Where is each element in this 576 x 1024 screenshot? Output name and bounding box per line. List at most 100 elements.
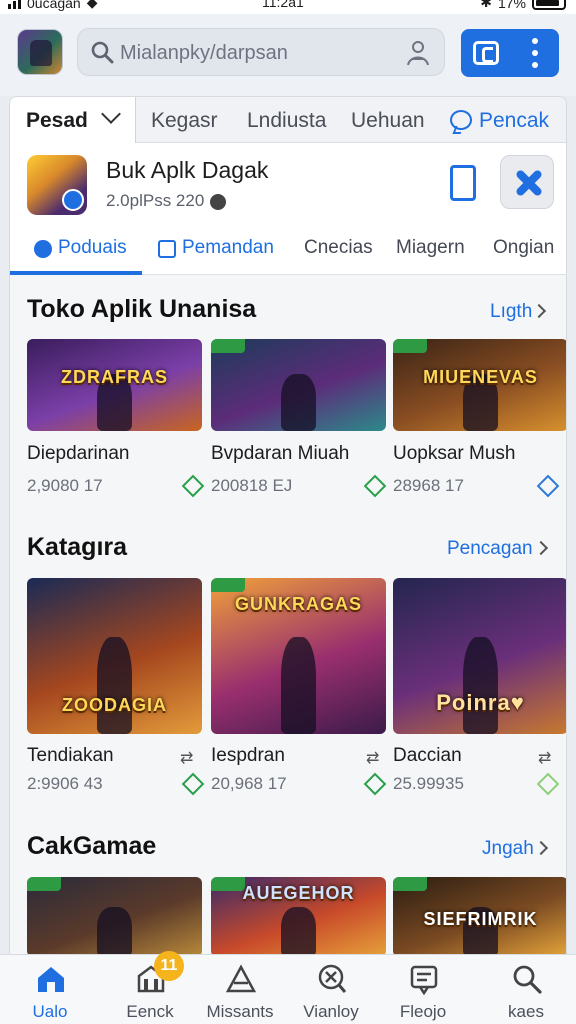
section-title: Toko Aplik Unanisa [27, 295, 257, 323]
game-name: Daccian [393, 745, 462, 766]
nav-vianloy[interactable]: Vianloy [283, 955, 379, 1024]
home-icon [38, 967, 64, 992]
game-meta: 20,968 17 [211, 774, 287, 793]
section-link[interactable]: Pencagan [447, 538, 533, 560]
profile-avatar[interactable] [17, 29, 63, 75]
download-icon [181, 772, 205, 796]
app-icon [27, 155, 87, 215]
game-tile[interactable]: MIUENEVAS [393, 339, 566, 431]
download-icon [181, 474, 205, 498]
category-dropdown[interactable]: Pesad [10, 97, 136, 143]
compare-icon: ⇄ [180, 750, 193, 767]
search-placeholder: Mialanpky/darpsan [120, 42, 288, 64]
chevron-down-icon [101, 104, 121, 124]
game-tile[interactable]: Poinra♥ [393, 578, 566, 734]
battery-icon [532, 0, 566, 10]
category-tab[interactable]: Lndiusta [247, 109, 326, 133]
bookmark-icon[interactable] [450, 165, 476, 201]
compare-icon: ⇄ [366, 750, 379, 767]
chevron-right-icon [533, 540, 549, 556]
category-tabs: Pesad Kegasr Lndiusta Uehuan Pencak [10, 97, 566, 143]
game-tile[interactable]: ZDRAFRAS [27, 339, 202, 431]
game-tile[interactable]: SIEFRIMRIK [393, 877, 566, 955]
game-meta: 200818 EJ [211, 476, 293, 495]
chat-icon [450, 110, 472, 130]
active-tab-indicator [10, 271, 142, 275]
nav-label: Vianloy [303, 1002, 359, 1021]
section-link[interactable]: Jngah [482, 838, 534, 860]
download-icon [536, 772, 560, 796]
sub-tab[interactable]: Ongian [493, 237, 554, 259]
account-menu-button[interactable] [461, 29, 559, 77]
section-link[interactable]: Lıgth [490, 301, 532, 323]
sub-tab[interactable]: Cnecias [304, 237, 373, 259]
category-tab[interactable]: Pencak [479, 109, 549, 133]
game-tile[interactable]: AUEGEHOR [211, 877, 386, 955]
triangle-icon [225, 964, 257, 993]
voice-search-icon[interactable] [404, 39, 432, 67]
search-input[interactable]: Mialanpky/darpsan [77, 28, 445, 76]
nav-fleojo[interactable]: Fleojo [375, 955, 471, 1024]
status-bar: 0ucagan ◆ 11:2a1 ✱ 17% [0, 0, 576, 14]
nav-missants[interactable]: Missants [192, 955, 288, 1024]
nav-label: Ualo [32, 1002, 68, 1021]
section-title: Katagıra [27, 533, 128, 561]
game-tile[interactable]: ZOODAGIA [27, 578, 202, 734]
download-icon [536, 474, 560, 498]
bubble-icon [34, 240, 52, 258]
game-name: Uopksar Mush [393, 443, 516, 464]
nav-label: kaes [508, 1002, 544, 1021]
sub-tab[interactable]: Pemandan [182, 237, 274, 259]
download-icon [363, 772, 387, 796]
box-icon [158, 240, 176, 258]
main-card: Pesad Kegasr Lndiusta Uehuan Pencak Buk … [9, 96, 567, 956]
app-subtitle-text: 2.0plPss 220 [106, 191, 205, 210]
game-name: Iespdran [211, 745, 285, 766]
app-title: Buk Aplk Dagak [106, 157, 269, 183]
bluetooth-icon: ✱ [480, 0, 492, 10]
notification-badge: 11 [154, 951, 184, 981]
game-meta: 28968 17 [393, 476, 464, 495]
nav-label: Fleojo [399, 1002, 447, 1021]
category-tab[interactable]: Kegasr [151, 109, 218, 133]
category-tab[interactable]: Uehuan [351, 109, 425, 133]
compare-icon: ⇄ [538, 750, 551, 767]
carrier-label: 0ucagan [27, 0, 81, 11]
game-meta: 2,9080 17 [27, 476, 103, 495]
app-logo-icon [473, 41, 499, 65]
sub-tab[interactable]: Miagern [396, 237, 465, 259]
sub-tab-active[interactable]: Poduais [58, 237, 127, 259]
nav-label: Missants [206, 1002, 274, 1021]
bottom-navigation: Ualo 11 Eenck Missants Vianloy Fleojo ka… [0, 951, 576, 1024]
nav-label: Eenck [126, 1002, 174, 1021]
game-meta: 2:9906 43 [27, 774, 103, 793]
info-icon [210, 193, 227, 210]
search-icon [513, 965, 542, 994]
chevron-right-icon [531, 303, 547, 319]
game-meta: 25.99935 [393, 774, 464, 793]
nav-search[interactable]: kaes [478, 955, 574, 1024]
wifi-icon: ◆ [86, 0, 98, 10]
sub-tabs: Poduais Pemandan Cnecias Miagern Ongian [10, 227, 566, 275]
search-icon [91, 41, 114, 64]
game-tile[interactable]: GUNKRAGAS [211, 578, 386, 734]
nav-store[interactable]: 11 Eenck [102, 951, 198, 1024]
target-icon [318, 964, 347, 993]
app-subtitle: 2.0plPss 220 [106, 191, 227, 211]
message-icon [410, 965, 438, 995]
tools-button[interactable] [500, 155, 554, 209]
more-vertical-icon [532, 38, 538, 68]
clock: 11:2a1 [262, 0, 304, 10]
app-header: Buk Aplk Dagak 2.0plPss 220 [10, 143, 566, 227]
battery-percent: 17% [497, 0, 526, 11]
game-tile[interactable] [211, 339, 386, 431]
game-name: Diepdarinan [27, 443, 130, 464]
nav-home[interactable]: Ualo [2, 955, 98, 1024]
download-icon [363, 474, 387, 498]
category-dropdown-label: Pesad [26, 109, 88, 132]
section-title: CakGamae [27, 832, 157, 860]
game-tile[interactable] [27, 877, 202, 955]
chevron-right-icon [533, 840, 549, 856]
signal-icon [8, 0, 21, 9]
game-name: Bvpdaran Miuah [211, 443, 350, 464]
